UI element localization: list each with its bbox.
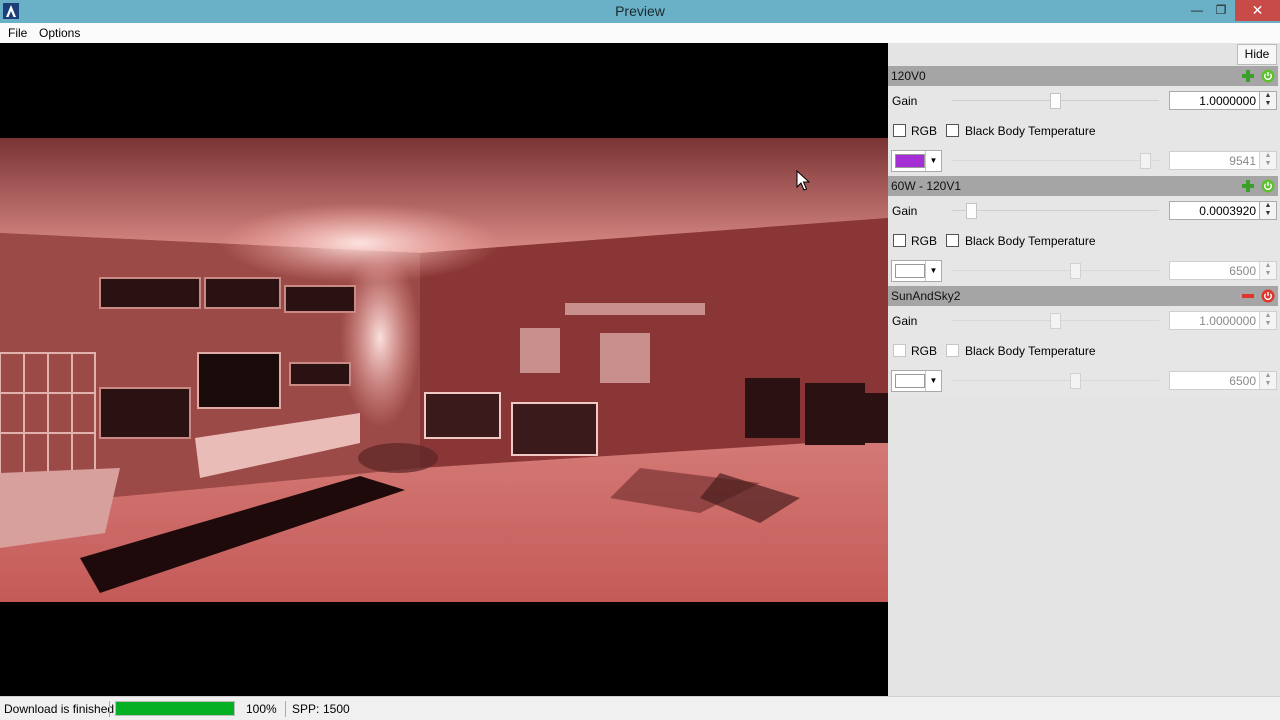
spp-value: 1500 xyxy=(323,702,350,716)
spin-arrows-icon: ▲ ▼ xyxy=(1259,152,1276,169)
gain-label: Gain xyxy=(892,314,918,328)
light-group-header: 120V0 xyxy=(888,66,1278,86)
slider-thumb xyxy=(1050,313,1061,329)
light-group-120v0: 120V0 Gain 1.0000000 ▲ ▼ RGB Black Body T… xyxy=(888,66,1280,176)
spin-arrows-icon[interactable]: ▲ ▼ xyxy=(1259,202,1276,219)
chevron-down-icon[interactable]: ▼ xyxy=(925,151,941,171)
rgb-label: RGB xyxy=(911,124,938,138)
temperature-slider xyxy=(952,263,1159,279)
minus-icon[interactable] xyxy=(1241,289,1255,303)
slider-thumb[interactable] xyxy=(966,203,977,219)
temperature-slider xyxy=(952,153,1159,169)
slider-track xyxy=(952,210,1159,211)
gain-input[interactable]: 1.0000000 ▲ ▼ xyxy=(1169,91,1277,110)
gain-value: 1.0000000 xyxy=(1199,314,1256,328)
temperature-value: 9541 xyxy=(1229,154,1256,168)
add-icon[interactable] xyxy=(1241,179,1255,193)
menu-options[interactable]: Options xyxy=(39,26,80,40)
slider-track xyxy=(952,380,1159,381)
temperature-input: 6500 ▲ ▼ xyxy=(1169,371,1277,390)
download-progress-bar xyxy=(115,701,235,716)
slider-track xyxy=(952,160,1159,161)
temperature-value: 6500 xyxy=(1229,264,1256,278)
spp-label: SPP: xyxy=(292,702,320,716)
spin-arrows-icon: ▲ ▼ xyxy=(1259,312,1276,329)
slider-thumb xyxy=(1070,373,1081,389)
color-picker[interactable]: ▼ xyxy=(891,260,942,282)
status-separator xyxy=(285,701,286,717)
black-body-checkbox[interactable] xyxy=(946,124,959,137)
color-swatch xyxy=(895,264,925,278)
gain-slider[interactable] xyxy=(952,93,1159,109)
rendered-scene-image xyxy=(0,138,888,602)
rgb-label: RGB xyxy=(911,234,938,248)
black-body-label: Black Body Temperature xyxy=(965,344,1096,358)
power-on-icon[interactable] xyxy=(1261,179,1275,193)
menu-file[interactable]: File xyxy=(8,26,27,40)
status-message: Download is finished xyxy=(4,702,115,716)
light-group-header: SunAndSky2 xyxy=(888,286,1278,306)
close-button[interactable]: ✕ xyxy=(1235,0,1280,21)
black-body-label: Black Body Temperature xyxy=(965,234,1096,248)
spin-arrows-icon: ▲ ▼ xyxy=(1259,372,1276,389)
temperature-input: 9541 ▲ ▼ xyxy=(1169,151,1277,170)
menu-bar: File Options xyxy=(0,23,1280,43)
black-body-checkbox[interactable] xyxy=(946,234,959,247)
progress-percent: 100% xyxy=(246,702,277,716)
temperature-value: 6500 xyxy=(1229,374,1256,388)
color-picker: ▼ xyxy=(891,370,942,392)
gain-slider[interactable] xyxy=(952,203,1159,219)
light-group-60w-120v1: 60W - 120V1 Gain 0.0003920 ▲ ▼ RGB Black … xyxy=(888,176,1280,286)
light-group-title: SunAndSky2 xyxy=(891,289,961,303)
light-mixer-panel: Hide 120V0 Gain 1.0000000 ▲ ▼ RGB Black B… xyxy=(888,43,1280,696)
color-picker[interactable]: ▼ xyxy=(891,150,942,172)
gain-value: 0.0003920 xyxy=(1199,204,1256,218)
slider-track xyxy=(952,270,1159,271)
color-swatch xyxy=(895,374,925,388)
temperature-input: 6500 ▲ ▼ xyxy=(1169,261,1277,280)
window-title: Preview xyxy=(615,3,665,19)
color-swatch xyxy=(895,154,925,168)
temperature-slider xyxy=(952,373,1159,389)
slider-thumb[interactable] xyxy=(1050,93,1061,109)
minimize-button[interactable]: — xyxy=(1184,0,1210,21)
add-icon[interactable] xyxy=(1241,69,1255,83)
spin-arrows-icon[interactable]: ▲ ▼ xyxy=(1259,92,1276,109)
title-bar: Preview — ❐ ✕ xyxy=(0,0,1280,23)
slider-thumb xyxy=(1140,153,1151,169)
rgb-checkbox[interactable] xyxy=(893,124,906,137)
light-group-title: 60W - 120V1 xyxy=(891,179,962,193)
progress-fill xyxy=(116,702,234,715)
gain-value: 1.0000000 xyxy=(1199,94,1256,108)
spin-arrows-icon: ▲ ▼ xyxy=(1259,262,1276,279)
light-group-header: 60W - 120V1 xyxy=(888,176,1278,196)
maximize-button[interactable]: ❐ xyxy=(1208,0,1234,21)
black-body-checkbox xyxy=(946,344,959,357)
rgb-label: RGB xyxy=(911,344,938,358)
rgb-checkbox xyxy=(893,344,906,357)
chevron-down-icon: ▼ xyxy=(925,371,941,391)
gain-label: Gain xyxy=(892,204,918,218)
chevron-down-icon[interactable]: ▼ xyxy=(925,261,941,281)
light-group-sunandsky2: SunAndSky2 Gain 1.0000000 ▲ ▼ RGB Black B… xyxy=(888,286,1280,396)
render-viewport[interactable] xyxy=(0,43,888,696)
gain-input: 1.0000000 ▲ ▼ xyxy=(1169,311,1277,330)
power-off-icon[interactable] xyxy=(1261,289,1275,303)
black-body-label: Black Body Temperature xyxy=(965,124,1096,138)
gain-label: Gain xyxy=(892,94,918,108)
rgb-checkbox[interactable] xyxy=(893,234,906,247)
gain-slider xyxy=(952,313,1159,329)
mouse-cursor-icon xyxy=(796,170,810,191)
status-separator xyxy=(109,701,110,717)
power-on-icon[interactable] xyxy=(1261,69,1275,83)
status-bar: Download is finished 100% SPP: 1500 xyxy=(0,696,1280,720)
light-group-title: 120V0 xyxy=(891,69,926,83)
slider-thumb xyxy=(1070,263,1081,279)
hide-button[interactable]: Hide xyxy=(1237,44,1277,65)
gain-input[interactable]: 0.0003920 ▲ ▼ xyxy=(1169,201,1277,220)
